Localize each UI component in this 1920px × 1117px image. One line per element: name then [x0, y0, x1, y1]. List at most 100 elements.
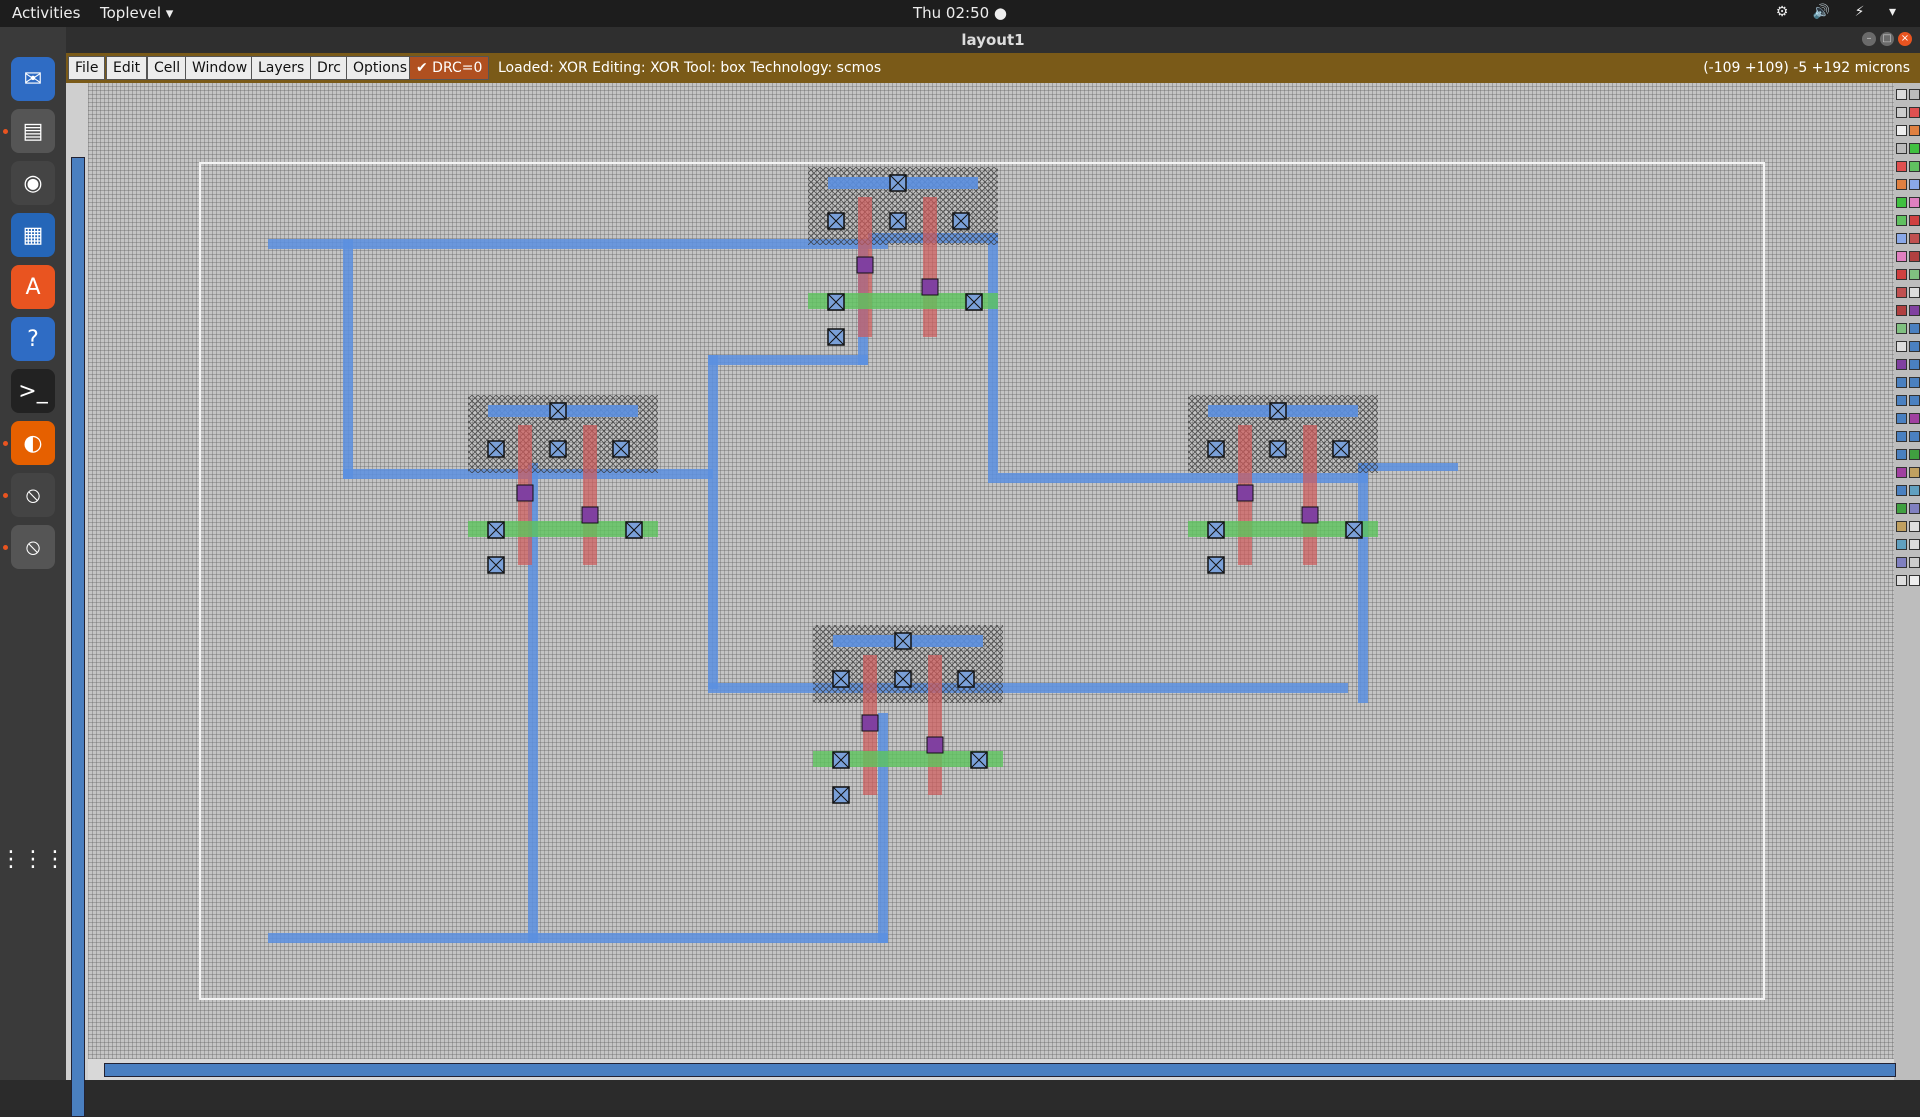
layer-swatch[interactable]: [1896, 521, 1907, 532]
layer-swatch[interactable]: [1896, 449, 1907, 460]
poly-contact: [516, 484, 534, 502]
layer-swatch[interactable]: [1896, 377, 1907, 388]
horizontal-scrollbar[interactable]: [104, 1063, 1896, 1077]
layer-swatch[interactable]: [1896, 539, 1907, 550]
layer-swatch[interactable]: [1909, 269, 1920, 280]
layer-swatch[interactable]: [1896, 143, 1907, 154]
help-icon[interactable]: ?: [11, 317, 55, 361]
cursor-coordinates: (-109 +109) -5 +192 microns: [1703, 60, 1910, 76]
layer-swatch[interactable]: [1909, 143, 1920, 154]
layer-swatch[interactable]: [1909, 179, 1920, 190]
top-bar: Activities Toplevel ▾ Thu 02:50 ● ⚙ 🔊 ⚡ …: [0, 0, 1920, 27]
layer-swatch[interactable]: [1909, 413, 1920, 424]
metal-wire: [268, 933, 888, 943]
magic-window: layout1 – □ × File Edit Cell Window Laye…: [66, 27, 1920, 1117]
files-icon[interactable]: ▤: [11, 109, 55, 153]
layer-swatch[interactable]: [1909, 575, 1920, 586]
close-icon[interactable]: ×: [1898, 32, 1912, 46]
layer-swatch[interactable]: [1896, 323, 1907, 334]
menu-window[interactable]: Window: [185, 56, 255, 80]
layer-swatch[interactable]: [1896, 287, 1907, 298]
layer-swatch[interactable]: [1896, 341, 1907, 352]
menu-edit[interactable]: Edit: [106, 56, 148, 80]
layer-swatch[interactable]: [1896, 233, 1907, 244]
thunderbird-icon[interactable]: ✉: [11, 57, 55, 101]
layer-swatch[interactable]: [1896, 359, 1907, 370]
layer-swatch[interactable]: [1896, 557, 1907, 568]
layer-swatch[interactable]: [1909, 377, 1920, 388]
layer-swatch[interactable]: [1909, 215, 1920, 226]
terminal-icon[interactable]: >_: [11, 369, 55, 413]
layer-swatch[interactable]: [1896, 89, 1907, 100]
layer-swatch[interactable]: [1896, 395, 1907, 406]
layer-swatch[interactable]: [1909, 503, 1920, 514]
layer-swatch[interactable]: [1896, 107, 1907, 118]
layer-swatch[interactable]: [1909, 323, 1920, 334]
magic-active-icon[interactable]: ⦸: [11, 525, 55, 569]
layer-swatch[interactable]: [1896, 161, 1907, 172]
software-icon[interactable]: A: [11, 265, 55, 309]
layer-swatch[interactable]: [1909, 251, 1920, 262]
metal-wire: [343, 239, 353, 479]
layer-swatch[interactable]: [1896, 197, 1907, 208]
menu-options[interactable]: Options: [346, 56, 415, 80]
poly-contact: [1236, 484, 1254, 502]
menu-file[interactable]: File: [68, 56, 106, 80]
drc-indicator[interactable]: ✔ DRC=0: [409, 56, 490, 80]
show-apps-icon[interactable]: ⋮⋮⋮: [0, 837, 66, 881]
system-tray[interactable]: ⚙ 🔊 ⚡ ▾: [1776, 4, 1906, 20]
layer-swatch[interactable]: [1896, 251, 1907, 262]
menu-drc[interactable]: Drc: [310, 56, 348, 80]
layer-swatch[interactable]: [1909, 107, 1920, 118]
layer-swatch[interactable]: [1896, 413, 1907, 424]
layer-swatch[interactable]: [1909, 359, 1920, 370]
layer-swatch[interactable]: [1909, 557, 1920, 568]
magic-icon[interactable]: ⦸: [11, 473, 55, 517]
layer-swatch[interactable]: [1909, 521, 1920, 532]
minimize-icon[interactable]: –: [1862, 32, 1876, 46]
layer-swatch[interactable]: [1909, 467, 1920, 478]
metal-wire: [708, 355, 718, 689]
running-indicator: [3, 545, 8, 550]
layer-swatch[interactable]: [1896, 485, 1907, 496]
running-indicator: [3, 441, 8, 446]
layer-swatch[interactable]: [1909, 305, 1920, 316]
layer-swatch[interactable]: [1909, 431, 1920, 442]
clock[interactable]: Thu 02:50 ●: [0, 4, 1920, 22]
layer-swatch[interactable]: [1896, 575, 1907, 586]
layer-swatch[interactable]: [1896, 125, 1907, 136]
menu-layers[interactable]: Layers: [251, 56, 312, 80]
layer-swatch[interactable]: [1896, 467, 1907, 478]
layer-swatch[interactable]: [1909, 89, 1920, 100]
layer-swatch[interactable]: [1909, 233, 1920, 244]
layer-swatch[interactable]: [1896, 179, 1907, 190]
layer-swatch[interactable]: [1896, 305, 1907, 316]
rhythmbox-icon[interactable]: ◉: [11, 161, 55, 205]
layer-swatch[interactable]: [1909, 287, 1920, 298]
writer-icon[interactable]: ▦: [11, 213, 55, 257]
dock: ✉ ▤ ◉ ▦ A? >_ ◐ ⦸ ⦸ ⋮⋮⋮: [0, 27, 66, 1080]
layer-swatch[interactable]: [1909, 197, 1920, 208]
window-title: layout1: [961, 31, 1025, 49]
layout-canvas[interactable]: [88, 83, 1894, 1059]
menu-cell[interactable]: Cell: [147, 56, 188, 80]
layer-swatch[interactable]: [1909, 485, 1920, 496]
layer-swatch[interactable]: [1909, 395, 1920, 406]
title-bar: layout1 – □ ×: [66, 27, 1920, 53]
layer-swatch[interactable]: [1896, 215, 1907, 226]
layer-swatch[interactable]: [1896, 269, 1907, 280]
vertical-scrollbar[interactable]: [71, 157, 85, 1117]
layer-swatch[interactable]: [1909, 539, 1920, 550]
metal-wire: [708, 683, 1348, 693]
layer-swatch[interactable]: [1909, 125, 1920, 136]
firefox-icon[interactable]: ◐: [11, 421, 55, 465]
layer-swatch[interactable]: [1896, 503, 1907, 514]
poly-contact: [921, 278, 939, 296]
poly-contact: [861, 714, 879, 732]
poly-gate: [583, 425, 597, 565]
layer-swatch[interactable]: [1909, 449, 1920, 460]
layer-swatch[interactable]: [1909, 341, 1920, 352]
layer-swatch[interactable]: [1909, 161, 1920, 172]
layer-swatch[interactable]: [1896, 431, 1907, 442]
maximize-icon[interactable]: □: [1880, 32, 1894, 46]
